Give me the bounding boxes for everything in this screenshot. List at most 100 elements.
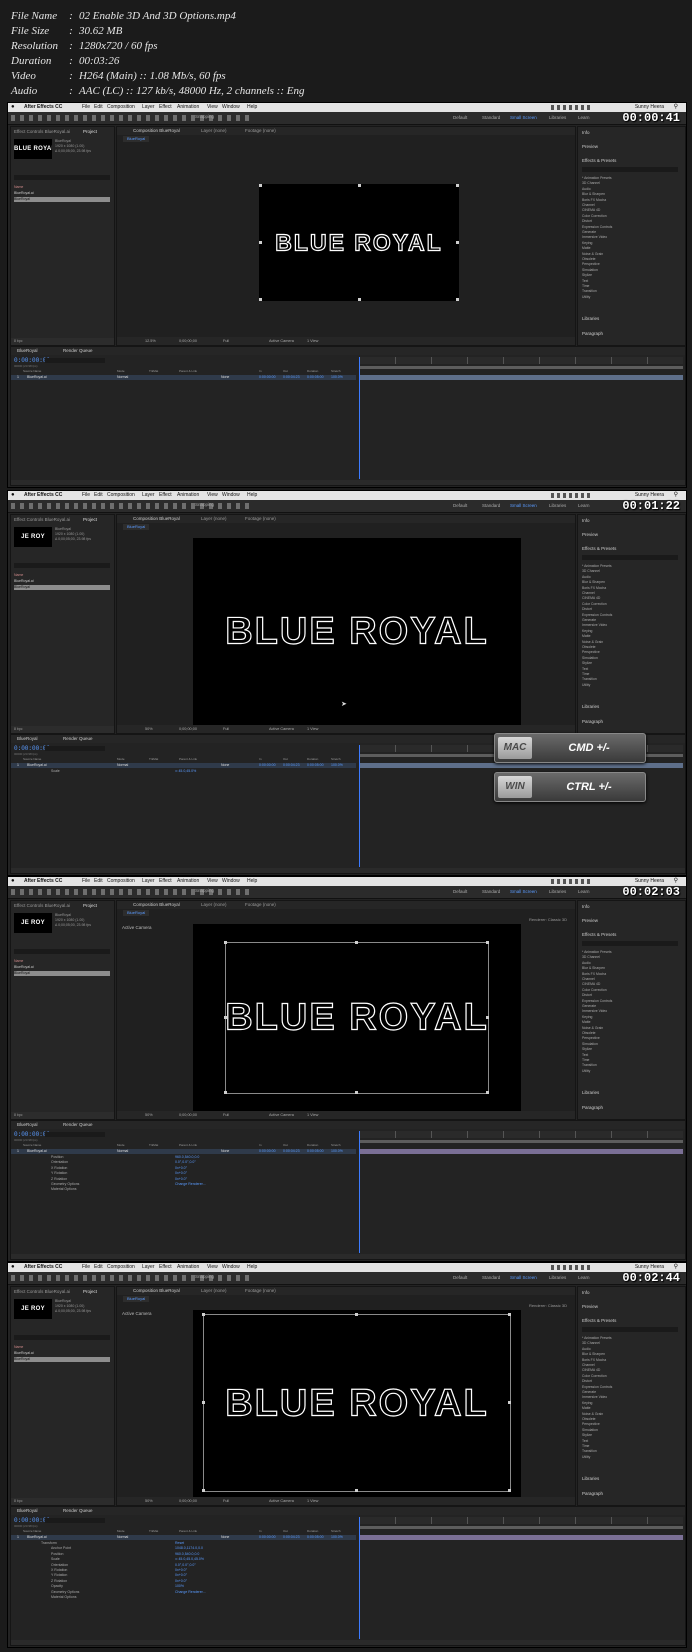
property-value[interactable]: Reset — [175, 1541, 184, 1545]
layer-name[interactable]: BlueRoyal.ai — [27, 763, 47, 768]
property-value[interactable]: 0x+0.0° — [175, 1166, 187, 1170]
column-header[interactable]: In — [259, 1143, 262, 1147]
transform-handle[interactable] — [224, 1091, 227, 1094]
layer-in[interactable]: 0:00:00:00 — [259, 763, 276, 768]
preview-panel-title[interactable]: Preview — [582, 532, 598, 537]
project-list-item[interactable]: BlueRoyal.ai — [14, 191, 110, 196]
menu-item[interactable]: Composition — [107, 103, 135, 112]
menu-item[interactable]: Animation — [177, 877, 199, 886]
comp-breadcrumb-tab[interactable]: BlueRoyal — [123, 524, 150, 530]
layer-duration-bar[interactable] — [359, 1149, 683, 1154]
layer-property[interactable]: Orientation — [51, 1160, 68, 1164]
transform-handle[interactable] — [508, 1401, 511, 1404]
effects-category-item[interactable]: Perspective — [582, 262, 600, 266]
comp-breadcrumb-tab[interactable]: BlueRoyal — [123, 910, 150, 916]
effects-search-input[interactable] — [582, 555, 678, 560]
tool-palette[interactable] — [11, 503, 251, 509]
layer-property[interactable]: Scale — [51, 769, 60, 773]
tool-palette[interactable] — [11, 889, 251, 895]
info-panel-title[interactable]: Info — [582, 130, 590, 135]
workspace-tab[interactable]: Libraries — [549, 503, 566, 508]
column-header[interactable]: Mode — [117, 757, 125, 761]
layer-duration[interactable]: 0:00:05:00 — [307, 375, 324, 380]
layer-property[interactable]: Z Rotation — [51, 1177, 67, 1181]
view-layout-menu[interactable]: 1 View — [307, 1111, 318, 1119]
column-header[interactable]: Duration — [307, 1143, 318, 1147]
menu-item[interactable]: Edit — [94, 103, 103, 112]
effects-category-item[interactable]: Perspective — [582, 1036, 600, 1040]
effects-category-item[interactable]: Immersive Video — [582, 1009, 607, 1013]
snapping-checkbox[interactable]: Snapping — [195, 114, 214, 119]
column-header[interactable]: Source Name — [23, 757, 41, 761]
effects-search-input[interactable] — [582, 167, 678, 172]
work-area-bar[interactable] — [359, 366, 683, 369]
camera-view-menu[interactable]: Active Camera — [269, 1111, 294, 1119]
column-header[interactable]: Stretch — [331, 369, 341, 373]
tab-timeline-comp[interactable]: BlueRoyal — [17, 1122, 38, 1127]
renderer-label[interactable]: Renderer: Classic 3D — [529, 1303, 567, 1308]
layer-parent[interactable]: None — [221, 375, 229, 380]
effects-category-item[interactable]: Channel — [582, 977, 595, 981]
tab-footage[interactable]: Footage (none) — [245, 128, 276, 133]
transform-handle[interactable] — [224, 1016, 227, 1019]
project-list-item[interactable]: BlueRoyal.ai — [14, 1351, 110, 1356]
composition-canvas[interactable]: BLUE ROYAL ➤ — [193, 538, 521, 725]
column-header[interactable]: Duration — [307, 757, 318, 761]
column-header[interactable]: Source Name — [23, 1529, 41, 1533]
composition-canvas[interactable]: BLUE ROYAL — [193, 1310, 521, 1497]
view-layout-menu[interactable]: 1 View — [307, 337, 318, 345]
workspace-tab[interactable]: Standard — [482, 1275, 500, 1280]
transform-handle[interactable] — [259, 298, 262, 301]
effects-category-item[interactable]: Audio — [582, 575, 591, 579]
project-list-item-selected[interactable]: BlueRoyal — [14, 197, 110, 202]
transform-handle[interactable] — [355, 941, 358, 944]
layer-property[interactable]: Material Options — [51, 1187, 76, 1191]
workspace-tab[interactable]: Default — [453, 1275, 467, 1280]
effects-category-item[interactable]: Boris FX Mocha — [582, 1358, 606, 1362]
column-header[interactable]: Parent & Link — [179, 1529, 197, 1533]
menu-item[interactable]: Window — [222, 491, 240, 500]
transform-handle[interactable] — [202, 1313, 205, 1316]
column-header[interactable]: TrkMat — [149, 757, 158, 761]
playhead[interactable] — [359, 1517, 360, 1639]
menu-item[interactable]: Composition — [107, 1263, 135, 1272]
layer-property[interactable]: Transform — [41, 1541, 57, 1545]
current-time-display[interactable]: 0;00;00;00 — [179, 725, 197, 733]
layer-in[interactable]: 0:00:00:00 — [259, 1149, 276, 1154]
layer-row[interactable]: 1 BlueRoyal.ai Normal None 0:00:00:00 0:00:04… — [11, 1535, 356, 1540]
effects-category-item[interactable]: Stylize — [582, 273, 592, 277]
menu-item[interactable]: Composition — [107, 877, 135, 886]
menu-item[interactable]: Effect — [159, 491, 172, 500]
effects-category-item[interactable]: Time — [582, 284, 589, 288]
layer-row[interactable]: 1 BlueRoyal.ai Normal None 0:00:00:00 0:00:04… — [11, 763, 356, 768]
layer-mode[interactable]: Normal — [117, 763, 128, 768]
effects-category-item[interactable]: Text — [582, 1053, 588, 1057]
composition-canvas[interactable]: BLUE ROYAL — [259, 184, 459, 301]
effects-category-item[interactable]: Utility — [582, 295, 590, 299]
playhead[interactable] — [359, 357, 360, 479]
tab-footage[interactable]: Footage (none) — [245, 516, 276, 521]
property-value[interactable]: 0.0°,0.0°,0.0° — [175, 1563, 196, 1567]
effects-category-item[interactable]: CINEMA 4D — [582, 208, 600, 212]
project-search-input[interactable] — [14, 175, 110, 180]
column-header[interactable]: Out — [283, 1529, 288, 1533]
effects-category-item[interactable]: Distort — [582, 607, 592, 611]
layer-duration-bar[interactable] — [359, 375, 683, 380]
effects-category-item[interactable]: Keying — [582, 241, 592, 245]
layer-property[interactable]: Scale — [51, 1557, 60, 1561]
menu-item[interactable]: View — [207, 491, 218, 500]
menu-item[interactable]: File — [82, 103, 90, 112]
effects-category-item[interactable]: Channel — [582, 591, 595, 595]
effects-category-item[interactable]: Noise & Grain — [582, 1026, 603, 1030]
effects-presets-title[interactable]: Effects & Presets — [582, 1318, 616, 1323]
effects-category-item[interactable]: Audio — [582, 187, 591, 191]
layer-property[interactable]: Z Rotation — [51, 1579, 67, 1583]
effects-category-item[interactable]: Generate — [582, 1390, 596, 1394]
transform-handle[interactable] — [508, 1313, 511, 1316]
paragraph-panel-title[interactable]: Paragraph — [582, 1491, 603, 1496]
transform-handle[interactable] — [259, 241, 262, 244]
column-header[interactable]: Stretch — [331, 1143, 341, 1147]
layer-property[interactable]: Y Rotation — [51, 1573, 67, 1577]
column-header[interactable]: Source Name — [23, 1143, 41, 1147]
effects-category-item[interactable]: Boris FX Mocha — [582, 972, 606, 976]
